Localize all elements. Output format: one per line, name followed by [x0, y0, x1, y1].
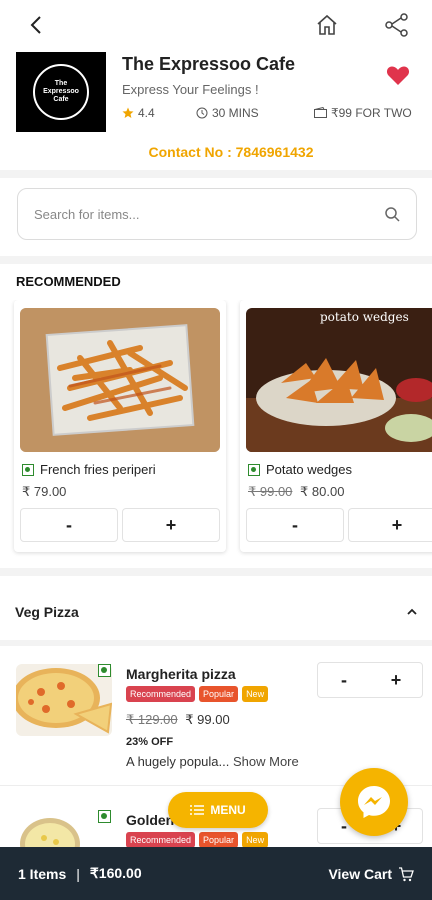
search-bar[interactable]: [17, 188, 417, 240]
messenger-icon: [358, 786, 390, 818]
back-arrow-icon[interactable]: [24, 12, 50, 38]
potato-wedges-image: [246, 308, 432, 452]
veg-indicator-icon: [22, 463, 34, 476]
top-bar: [0, 0, 432, 48]
cart-icon: [399, 866, 414, 881]
recommended-card[interactable]: potato wedges Potato wedges ₹ 99.00 ₹ 80…: [240, 300, 432, 552]
recommended-item-name[interactable]: French fries periperi: [22, 462, 156, 477]
cart-separator: |: [76, 865, 80, 882]
badge-new: New: [242, 686, 269, 702]
rating: 4.4: [122, 106, 155, 120]
discount-label: 23% OFF: [126, 736, 174, 748]
section-divider: [0, 256, 432, 264]
share-icon[interactable]: [384, 12, 410, 38]
item-name[interactable]: Margherita pizza: [126, 666, 236, 682]
veg-indicator-icon: [98, 810, 111, 823]
restaurant-logo: The Expressoo Cafe: [16, 52, 106, 132]
french-fries-image: [20, 308, 220, 452]
clock-icon: [196, 107, 208, 119]
veg-indicator-icon: [248, 463, 260, 476]
messenger-button[interactable]: [340, 768, 408, 836]
section-divider: [0, 568, 432, 576]
badge-new: New: [242, 832, 269, 848]
category-header[interactable]: Veg Pizza: [0, 590, 432, 630]
home-icon[interactable]: [314, 12, 340, 38]
item-price: ₹ 129.00 ₹ 99.00: [126, 712, 230, 727]
contact-number[interactable]: Contact No : 7846961432: [16, 144, 432, 160]
recommended-item-price: ₹ 79.00: [22, 484, 67, 499]
badge-group: Recommended Popular New: [126, 832, 269, 848]
badge-popular: Popular: [199, 832, 239, 848]
cart-item-count: 1 Items: [18, 865, 67, 882]
restaurant-tagline: Express Your Feelings !: [122, 82, 259, 97]
cart-total: ₹160.00: [89, 865, 142, 881]
decrease-button[interactable]: -: [246, 508, 344, 542]
restaurant-name: The Expressoo Cafe: [122, 54, 296, 74]
view-cart-button[interactable]: View Cart: [328, 866, 414, 882]
decrease-button[interactable]: -: [20, 508, 118, 542]
menu-item[interactable]: Margherita pizza Recommended Popular New…: [0, 660, 432, 786]
badge-recommended: Recommended: [126, 686, 196, 702]
delivery-time: 30 MINS: [196, 106, 259, 120]
show-more-link[interactable]: Show More: [233, 754, 299, 769]
recommended-carousel[interactable]: French fries periperi ₹ 79.00 - + potato…: [0, 300, 432, 562]
star-icon: [122, 107, 134, 118]
increase-button[interactable]: +: [370, 663, 422, 697]
increase-button[interactable]: +: [348, 508, 432, 542]
badge-group: Recommended Popular New: [126, 686, 269, 702]
recommended-item-name[interactable]: Potato wedges: [248, 462, 352, 477]
item-description: A hugely popula... Show More: [126, 754, 299, 769]
restaurant-header: The Expressoo Cafe The Expressoo Cafe Ex…: [16, 52, 416, 172]
section-divider: [0, 640, 432, 646]
quantity-stepper[interactable]: - +: [20, 508, 220, 542]
menu-button[interactable]: MENU: [168, 792, 268, 828]
decrease-button[interactable]: -: [318, 663, 370, 697]
favorite-heart-icon[interactable]: [386, 64, 410, 86]
chevron-up-icon[interactable]: [402, 602, 422, 622]
category-title: Veg Pizza: [15, 604, 79, 620]
section-divider: [0, 170, 432, 178]
increase-button[interactable]: +: [122, 508, 220, 542]
cost-for-two: ₹99 FOR TWO: [314, 106, 412, 120]
search-input[interactable]: [34, 206, 384, 222]
search-icon[interactable]: [384, 206, 400, 222]
badge-popular: Popular: [199, 686, 239, 702]
quantity-stepper[interactable]: - +: [317, 662, 423, 698]
menu-list-icon: [190, 805, 205, 815]
recommended-title: RECOMMENDED: [16, 274, 121, 289]
veg-indicator-icon: [98, 664, 111, 677]
recommended-card[interactable]: French fries periperi ₹ 79.00 - +: [14, 300, 226, 552]
quantity-stepper[interactable]: - +: [246, 508, 432, 542]
image-caption: potato wedges: [320, 310, 409, 324]
item-name[interactable]: Golden: [126, 812, 174, 828]
recommended-item-price: ₹ 99.00 ₹ 80.00: [248, 484, 345, 499]
wallet-icon: [314, 107, 327, 118]
badge-recommended: Recommended: [126, 832, 196, 848]
cart-bar[interactable]: 1 Items | ₹160.00 View Cart: [0, 847, 432, 900]
